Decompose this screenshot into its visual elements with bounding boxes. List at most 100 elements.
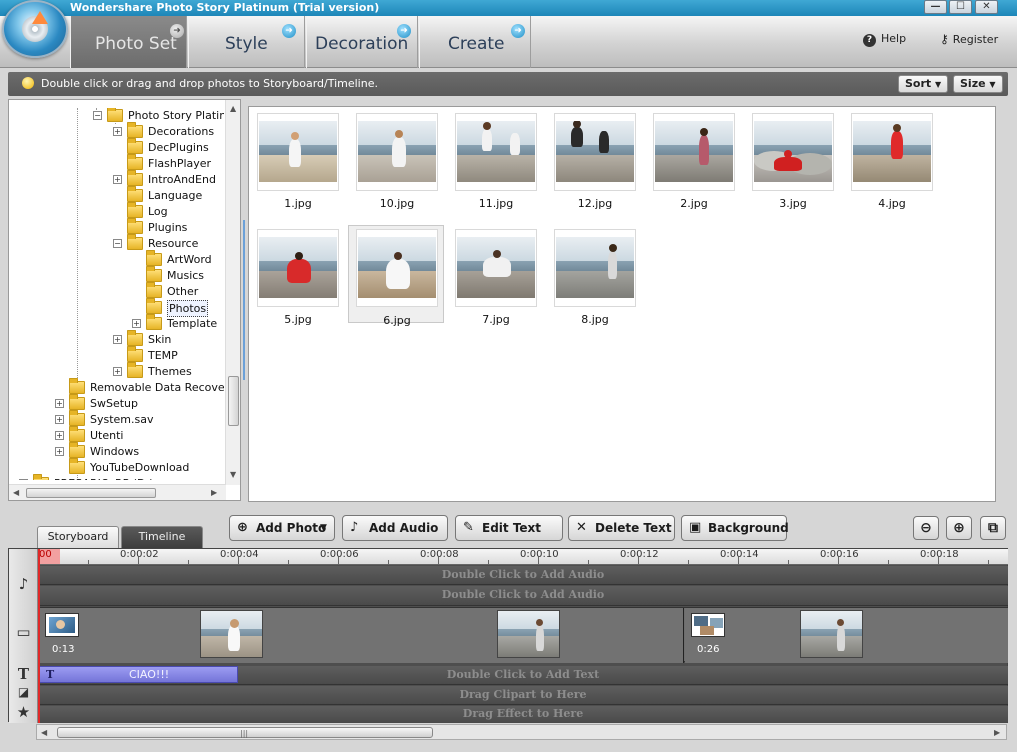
tree-vscroll-thumb[interactable]	[228, 376, 239, 426]
photo-image	[259, 237, 337, 298]
video-clip[interactable]: 0:26	[685, 608, 1008, 663]
folder-icon	[127, 122, 143, 138]
collapse-icon[interactable]: −	[113, 239, 122, 248]
ruler-label: 0:00:18	[920, 549, 959, 560]
text-clip[interactable]: T CIAO!!!	[38, 666, 238, 683]
scroll-right-icon[interactable]: ▶	[211, 488, 217, 497]
text-icon: T	[17, 665, 30, 683]
scroll-left-icon[interactable]: ◀	[41, 728, 47, 737]
ruler-tick	[588, 560, 589, 564]
scroll-left-icon[interactable]: ◀	[13, 488, 19, 497]
photo-filename: 3.jpg	[779, 197, 807, 210]
tree-node-label: FlashPlayer	[148, 157, 212, 170]
playhead[interactable]	[38, 549, 40, 723]
tree-horizontal-scrollbar[interactable]: ◀ ▶	[9, 484, 226, 500]
tool-label: Edit Text	[482, 521, 542, 535]
lightbulb-icon	[22, 77, 34, 89]
collapse-icon[interactable]: −	[93, 111, 102, 120]
timeline-scroll-thumb[interactable]: |||	[57, 727, 433, 738]
time-ruler[interactable]: 00 0:00:02 0:00:04 0:00:06 0:00:08 0:00:10 0:…	[38, 549, 1008, 565]
photo-thumbnail[interactable]: 1.jpg	[257, 113, 339, 210]
background-button[interactable]: ▣ Background	[681, 515, 789, 541]
expand-icon[interactable]: +	[55, 431, 64, 440]
tab-create[interactable]: Create ➜	[419, 16, 531, 68]
photo-filename: 12.jpg	[577, 197, 613, 210]
edit-text-button[interactable]: ✎ Edit Text	[455, 515, 563, 541]
photo-thumbnail[interactable]: 10.jpg	[356, 113, 438, 210]
panel-splitter[interactable]	[241, 220, 247, 380]
add-photo-button[interactable]: ⊕ Add Photo ▼	[229, 515, 335, 541]
photo-image	[754, 121, 832, 182]
add-audio-button[interactable]: ♪ Add Audio	[342, 515, 448, 541]
ruler-label: 0:00:12	[620, 549, 659, 560]
maximize-button[interactable]: ☐	[949, 0, 972, 14]
tree-node-label: Skin	[148, 333, 172, 346]
expand-icon[interactable]: +	[55, 447, 64, 456]
size-button[interactable]: Size ▼	[953, 75, 1003, 93]
tree-node-label: Musics	[167, 269, 205, 282]
scroll-down-icon[interactable]: ▼	[230, 470, 236, 479]
delete-text-button[interactable]: ✕ Delete Text	[568, 515, 675, 541]
timeline-horizontal-scrollbar[interactable]: ◀ ||| ▶	[36, 724, 1007, 740]
video-clip[interactable]: 0:13	[38, 608, 684, 663]
help-link[interactable]: ? Help	[863, 32, 906, 47]
photo-thumbnail[interactable]: 6.jpg	[348, 225, 444, 327]
minimize-button[interactable]: —	[924, 0, 947, 14]
zoom-in-button[interactable]: ⊕	[946, 516, 972, 540]
zoom-out-button[interactable]: ⊖	[913, 516, 939, 540]
video-track[interactable]: 0:13 0:26	[38, 607, 1008, 663]
window-title: Wondershare Photo Story Platinum (Trial …	[70, 1, 380, 14]
expand-icon[interactable]: +	[113, 367, 122, 376]
sort-button[interactable]: Sort ▼	[898, 75, 949, 93]
expand-icon[interactable]: +	[113, 335, 122, 344]
photo-thumbnail[interactable]: 11.jpg	[455, 113, 537, 210]
photo-thumbnail[interactable]: 12.jpg	[554, 113, 636, 210]
tree-node-label: PRESARIO_RP (D:)	[54, 476, 154, 480]
clipart-track[interactable]: Drag Clipart to Here	[38, 686, 1008, 705]
expand-icon[interactable]: +	[113, 127, 122, 136]
slideshow-clip-icon	[691, 613, 725, 637]
photo-thumbnail[interactable]: 3.jpg	[752, 113, 834, 210]
photo-filename: 7.jpg	[482, 313, 510, 326]
folder-icon	[69, 458, 85, 474]
ruler-tick	[288, 560, 289, 564]
photo-thumbnail[interactable]: 4.jpg	[851, 113, 933, 210]
ruler-tick	[88, 560, 89, 564]
tree-node-label: SwSetup	[90, 397, 138, 410]
audio-track-1[interactable]: Double Click to Add Audio	[38, 566, 1008, 585]
folder-icon	[146, 314, 162, 330]
audio-track-2[interactable]: Double Click to Add Audio	[38, 586, 1008, 606]
tab-timeline[interactable]: Timeline	[121, 526, 203, 548]
close-button[interactable]: ✕	[975, 0, 998, 14]
scroll-right-icon[interactable]: ▶	[994, 728, 1000, 737]
tab-photo-set[interactable]: Photo Set ➜	[70, 16, 187, 68]
expand-icon[interactable]: +	[132, 319, 141, 328]
ruler-tick	[188, 560, 189, 564]
photo-thumbnail[interactable]: 2.jpg	[653, 113, 735, 210]
effect-track[interactable]: Drag Effect to Here	[38, 706, 1008, 723]
folder-tree[interactable]: − Photo Story Platinum + Decorations DecPlug…	[19, 108, 224, 480]
tab-storyboard[interactable]: Storyboard	[37, 526, 119, 548]
ruler-tick	[788, 560, 789, 564]
photo-thumbnail[interactable]: 5.jpg	[257, 229, 339, 326]
chevron-down-icon[interactable]: ▼	[320, 516, 327, 540]
folder-icon	[127, 154, 143, 170]
timeline: ♪ ▭ T ◪ ★ 00 0:00:02 0:00:04 0:00:06 0:00:0…	[8, 548, 1008, 723]
tab-style[interactable]: Style ➜	[188, 16, 305, 68]
register-link[interactable]: ⚷ Register	[940, 32, 998, 46]
tree-node-label: ArtWord	[167, 253, 212, 266]
fit-view-button[interactable]: ⧉	[980, 516, 1006, 540]
tree-vertical-scrollbar[interactable]: ▲ ▼	[225, 100, 240, 485]
expand-icon[interactable]: +	[55, 399, 64, 408]
tree-node-label: Language	[148, 189, 203, 202]
expand-icon[interactable]: +	[113, 175, 122, 184]
photo-thumbnail[interactable]: 8.jpg	[554, 229, 636, 326]
expand-icon[interactable]: +	[19, 479, 28, 480]
ruler-tick	[388, 560, 389, 564]
photo-thumbnail[interactable]: 7.jpg	[455, 229, 537, 326]
scroll-up-icon[interactable]: ▲	[230, 104, 236, 113]
expand-icon[interactable]: +	[55, 415, 64, 424]
tree-hscroll-thumb[interactable]	[26, 488, 156, 498]
hint-text: Double click or drag and drop photos to …	[41, 77, 378, 90]
tab-decoration[interactable]: Decoration ➜	[306, 16, 418, 68]
